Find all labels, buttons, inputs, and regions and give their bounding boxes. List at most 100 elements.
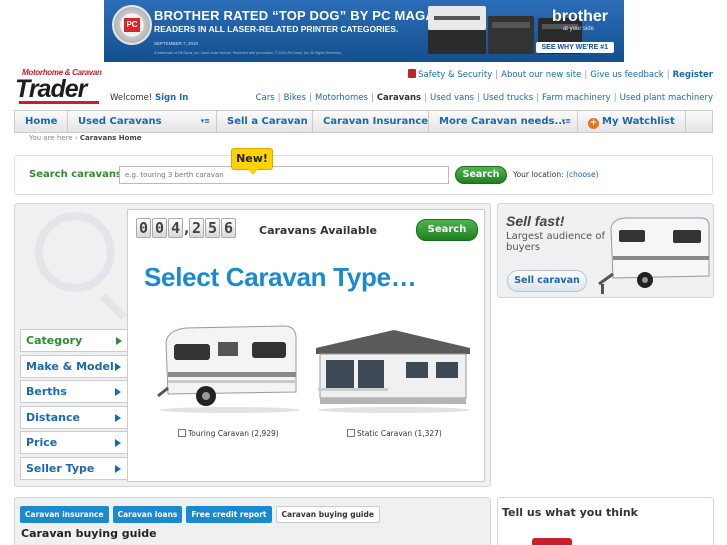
category-links: Cars | Bikes | Motorhomes | Caravans | Used vans… [256, 93, 713, 103]
cat-link-used-vans[interactable]: Used vans [430, 93, 474, 103]
logo-line-2: Trader [15, 75, 87, 103]
location-label: Your location: [513, 170, 564, 179]
separator: | [666, 70, 670, 80]
nav-more-label: More Caravan needs... [439, 116, 566, 127]
separator: | [536, 93, 539, 103]
counter-digit: 5 [205, 218, 220, 238]
brother-logo: brother [552, 8, 608, 25]
nav-insurance[interactable]: Caravan Insurance [313, 111, 429, 132]
static-caravan-option[interactable]: Static Caravan (1,327) [347, 429, 442, 438]
static-caravan-image[interactable] [314, 326, 472, 414]
static-checkbox[interactable] [347, 429, 355, 437]
magnifier-watermark-icon [35, 212, 115, 292]
choose-location-link[interactable]: (choose) [566, 170, 598, 179]
filter-label: Category [26, 334, 83, 347]
brother-banner-ad[interactable]: PC BROTHER RATED “TOP DOG” BY PC MAGAZIN… [104, 0, 624, 62]
filter-category[interactable]: Category [20, 329, 128, 352]
cat-link-caravans[interactable]: Caravans [377, 93, 421, 103]
separator: | [584, 70, 588, 80]
nav-used-caravans[interactable]: Used Caravans ▾≡ [68, 111, 217, 132]
arrow-right-icon [115, 388, 121, 397]
static-caravan-label: Static Caravan (1,327) [357, 429, 442, 438]
nav-watchlist-label: My Watchlist [602, 116, 675, 127]
filter-list: Category Make & Model Berths Distance Pr… [20, 329, 128, 483]
touring-checkbox[interactable] [178, 429, 186, 437]
nav-sell[interactable]: Sell a Caravan [217, 111, 313, 132]
filter-make-model[interactable]: Make & Model [20, 354, 128, 378]
filter-distance[interactable]: Distance [20, 405, 128, 429]
separator: | [495, 70, 499, 80]
filter-berths[interactable]: Berths [20, 380, 128, 404]
available-label: Caravans Available [259, 224, 377, 237]
search-button[interactable]: Search [455, 166, 507, 184]
search-label: Search caravans: [29, 169, 126, 180]
counter-digit: 0 [152, 218, 167, 238]
search-bar: Search caravans: Search Your location: (… [14, 148, 713, 195]
tab-caravan-insurance[interactable]: Caravan insurance [20, 506, 109, 523]
feedback-title: Tell us what you think [502, 506, 638, 519]
feedback-link[interactable]: Give us feedback [590, 70, 663, 80]
new-site-link[interactable]: About our new site [501, 70, 581, 80]
separator: | [477, 93, 480, 103]
sell-caravan-button[interactable]: Sell caravan [507, 270, 587, 292]
touring-caravan-image[interactable] [156, 322, 304, 414]
arrow-right-icon [115, 464, 121, 473]
welcome-text: Welcome! [110, 93, 153, 103]
safety-link[interactable]: Safety & Security [418, 70, 492, 80]
counter-digit: 0 [136, 218, 151, 238]
caravan-type-selector: 0 0 4 , 2 5 6 Caravans Available Search … [127, 209, 485, 482]
tab-free-credit-report[interactable]: Free credit report [186, 506, 272, 523]
arrow-right-icon [115, 413, 121, 422]
counter-digit: 6 [221, 218, 236, 238]
chevron-down-icon[interactable]: ▾≡ [562, 111, 571, 132]
nav-home[interactable]: Home [15, 111, 68, 132]
separator: | [613, 93, 617, 103]
sell-fast-box: Sell fast! Largest audience of buyers Se… [497, 203, 714, 298]
feedback-box: Tell us what you think [497, 497, 714, 545]
breadcrumb-current: Caravans Home [79, 134, 142, 142]
new-badge: New! [231, 148, 273, 175]
ad-date: SEPTEMBER 7, 2010 [154, 41, 199, 46]
chevron-down-icon[interactable]: ▾≡ [201, 111, 210, 132]
cat-link-motorhomes[interactable]: Motorhomes [315, 93, 368, 103]
site-logo[interactable]: Motorhome & Caravan Trader [15, 68, 103, 108]
filter-seller-type[interactable]: Seller Type [20, 456, 128, 480]
touring-caravan-option[interactable]: Touring Caravan (2,929) [178, 429, 279, 438]
panel-search-button[interactable]: Search [416, 219, 478, 241]
filter-label: Berths [26, 385, 67, 399]
sign-in-link[interactable]: Sign In [155, 93, 188, 103]
welcome-message: Welcome! Sign In [110, 93, 188, 103]
shield-icon [408, 69, 417, 78]
pc-magazine-logo: PC [124, 18, 140, 32]
breadcrumb-prefix: You are here [29, 134, 73, 142]
separator: | [424, 93, 427, 103]
counter-digit: 2 [189, 218, 204, 238]
tab-buying-guide[interactable]: Caravan buying guide [275, 506, 380, 523]
main-nav: Home Used Caravans ▾≡ Sell a Caravan Cara… [14, 110, 713, 133]
separator: | [309, 93, 312, 103]
logo-underline [19, 101, 99, 104]
register-link[interactable]: Register [673, 70, 713, 80]
search-input[interactable] [119, 166, 449, 184]
filter-price[interactable]: Price [20, 431, 128, 455]
separator: | [277, 93, 281, 103]
ad-cta-button[interactable]: SEE WHY WE'RE #1 [535, 42, 614, 53]
feedback-graphic [532, 538, 572, 545]
filter-label: Distance [26, 410, 80, 424]
ad-tagline: at your side [562, 26, 594, 32]
magnifier-handle [100, 293, 128, 321]
touring-caravan-label: Touring Caravan (2,929) [188, 429, 279, 438]
nav-insurance-label: Caravan Insurance [323, 116, 429, 127]
cat-link-bikes[interactable]: Bikes [284, 93, 306, 103]
cat-link-farm-machinery[interactable]: Farm machinery [542, 93, 611, 103]
nav-more[interactable]: More Caravan needs... ▾≡ [429, 111, 578, 132]
sell-caravan-image [598, 217, 710, 294]
nav-watchlist[interactable]: + My Watchlist [578, 111, 686, 132]
cat-link-used-plant[interactable]: Used plant machinery [620, 93, 713, 103]
top-links: Safety & Security | About our new site | Giv… [408, 69, 713, 80]
tab-caravan-loans[interactable]: Caravan loans [112, 506, 183, 523]
cat-link-cars[interactable]: Cars [256, 93, 275, 103]
counter-digit: 4 [168, 218, 183, 238]
cat-link-used-trucks[interactable]: Used trucks [483, 93, 533, 103]
nav-sell-label: Sell a Caravan [227, 116, 308, 127]
